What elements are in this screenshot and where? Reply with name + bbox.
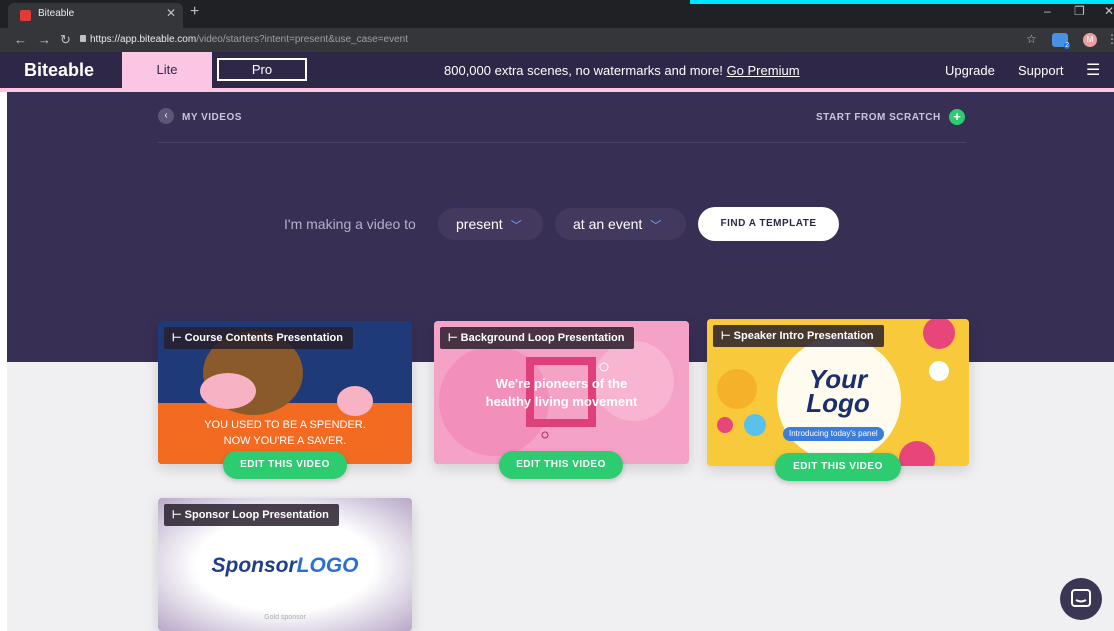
reload-icon[interactable]: ↻ (60, 32, 71, 48)
logo-placeholder: Your Logo (806, 364, 870, 418)
card-title: ⊢ Sponsor Loop Presentation (164, 504, 339, 526)
back-arrow-icon[interactable]: ← (14, 32, 27, 47)
making-label: I'm making a video to (284, 216, 416, 232)
template-card[interactable]: ⊢ Course Contents Presentation YOU USED … (158, 321, 412, 464)
start-from-scratch-link[interactable]: START FROM SCRATCH (816, 112, 941, 123)
card-title: ⊢ Background Loop Presentation (440, 327, 635, 349)
browser-tab-bar: Biteable ✕ + – ❐ ✕ (0, 0, 1114, 28)
browser-menu-icon[interactable]: ⋮ (1106, 32, 1114, 46)
app-header: Biteable Lite Pro 800,000 extra scenes, … (0, 52, 1114, 88)
template-card[interactable]: ⊢ Sponsor Loop Presentation SponsorLOGO … (158, 498, 412, 631)
biteable-favicon-icon (20, 10, 31, 21)
card-caption: We're pioneers of the healthy living move… (485, 376, 638, 409)
divider (158, 142, 966, 143)
edit-video-button[interactable]: EDIT THIS VIDEO (775, 453, 901, 481)
card-title: ⊢ Speaker Intro Presentation (713, 325, 884, 347)
go-premium-link[interactable]: Go Premium (727, 63, 800, 78)
new-tab-icon[interactable]: + (190, 3, 199, 21)
edit-video-button[interactable]: EDIT THIS VIDEO (499, 451, 623, 479)
minimize-icon[interactable]: – (1044, 4, 1051, 18)
tab-pro[interactable]: Pro (217, 58, 307, 81)
card-tagline: Introducing today's panel (783, 427, 884, 441)
edit-video-button[interactable]: EDIT THIS VIDEO (223, 451, 347, 479)
promo-banner: 800,000 extra scenes, no watermarks and … (444, 63, 800, 78)
extension-icon[interactable]: 2 (1052, 33, 1070, 49)
close-icon[interactable]: ✕ (166, 6, 176, 20)
template-card[interactable]: ⊢ Background Loop Presentation We're pio… (434, 321, 689, 464)
card-title: ⊢ Course Contents Presentation (164, 327, 353, 349)
card-caption: YOU USED TO BE A SPENDER. NOW YOU'RE A SA… (204, 419, 366, 447)
chevron-down-icon: ﹀ (650, 220, 662, 232)
url-field[interactable]: https://app.biteable.com/video/starters?… (90, 34, 408, 45)
intent-dropdown[interactable]: present ﹀ (438, 208, 543, 240)
profile-avatar[interactable]: M (1083, 33, 1097, 47)
restore-icon[interactable]: ❐ (1074, 4, 1085, 18)
chevron-down-icon: ﹀ (510, 220, 522, 232)
back-chevron-icon[interactable]: ‹ (158, 108, 174, 124)
tab-lite[interactable]: Lite (122, 52, 212, 88)
browser-tab[interactable]: Biteable ✕ (8, 3, 183, 28)
upgrade-link[interactable]: Upgrade (945, 63, 995, 78)
use-case-dropdown[interactable]: at an event ﹀ (555, 208, 686, 240)
card-tagline: Gold sponsor (264, 614, 306, 621)
chat-icon (1071, 589, 1091, 607)
hamburger-menu-icon[interactable]: ☰ (1086, 60, 1100, 80)
tab-title: Biteable (38, 8, 75, 19)
sponsor-logo: SponsorLOGO (211, 554, 359, 577)
window-close-icon[interactable]: ✕ (1104, 4, 1114, 18)
lock-icon (80, 35, 86, 42)
add-icon[interactable]: + (949, 109, 965, 125)
biteable-logo[interactable]: Biteable (24, 60, 94, 81)
my-videos-link[interactable]: MY VIDEOS (182, 112, 242, 123)
chat-widget-button[interactable] (1060, 578, 1102, 620)
find-template-button[interactable]: FIND A TEMPLATE (698, 207, 839, 241)
address-bar: ← → ↻ https://app.biteable.com/video/sta… (0, 28, 1114, 52)
forward-arrow-icon[interactable]: → (38, 32, 51, 47)
support-link[interactable]: Support (1018, 63, 1064, 78)
template-card[interactable]: ⊢ Speaker Intro Presentation Your Logo In… (707, 319, 969, 466)
bookmark-star-icon[interactable]: ☆ (1026, 32, 1037, 46)
